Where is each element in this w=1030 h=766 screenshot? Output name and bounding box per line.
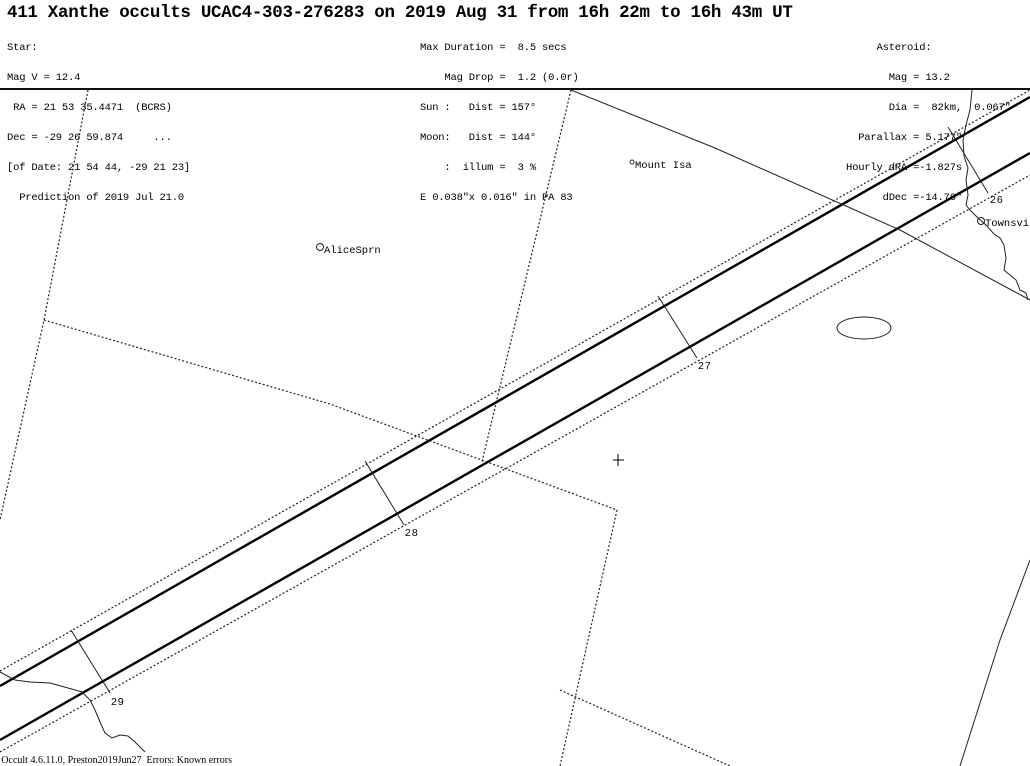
north-path-edge [0,95,1030,688]
tick-27 [657,295,698,359]
border-wa-nt [0,90,89,521]
tick-label-26: 26 [990,194,1004,206]
footer-credit: ' Occult 4.6.11.0, Preston2019Jun27 Erro… [0,755,233,766]
reference-line [570,90,1030,301]
occultation-map[interactable]: 26 27 28 29 Mount Isa AliceSprn Townsvi [0,0,1030,766]
tick-29 [70,629,111,694]
city-mount-isa[interactable]: Mount Isa [629,159,692,172]
state-borders [0,90,731,766]
border-nt-qld [481,90,572,463]
border-nt-sa [43,319,618,766]
tick-26 [947,126,989,194]
shadow-path [0,95,1030,742]
south-path-edge [0,151,1030,742]
city-townsville[interactable]: Townsvi [977,217,1030,231]
time-ticks [70,126,989,694]
city-label-townsville: Townsvi [985,218,1029,230]
tick-label-28: 28 [405,527,419,539]
center-crosshair-icon [613,454,624,466]
city-label-alice-springs: AliceSprn [324,245,381,257]
border-sa-nsw [559,689,731,766]
north-limit-line [0,90,1030,672]
tick-label-29: 29 [111,696,125,708]
coastline-east [959,559,1030,766]
south-limit-line [0,174,1030,753]
tick-label-27: 27 [698,360,712,372]
observer-ellipse [836,316,892,340]
city-alice-springs[interactable]: AliceSprn [316,243,381,258]
city-marker-icon [316,243,324,251]
tick-28 [364,460,405,526]
city-label-mount-isa: Mount Isa [635,160,692,172]
city-marker-icon [629,159,635,165]
